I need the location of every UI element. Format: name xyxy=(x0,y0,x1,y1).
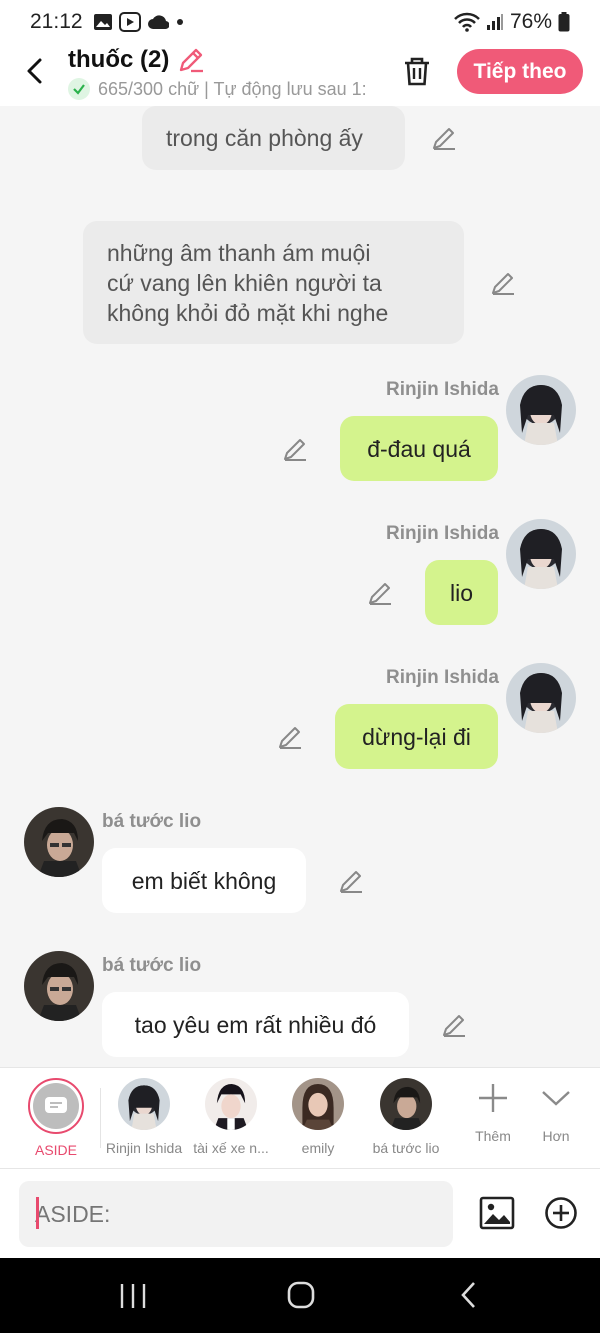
character-bubble[interactable]: em biết không xyxy=(102,848,306,913)
character-ba-tuoc-lio[interactable]: bá tước lio xyxy=(366,1078,446,1156)
message-text: đ-đau quá xyxy=(367,435,471,462)
text-caret xyxy=(36,1197,39,1229)
wifi-icon xyxy=(454,12,480,32)
recent-apps-icon[interactable] xyxy=(118,1282,148,1310)
speaker-name: Rinjin Ishida xyxy=(386,667,499,688)
status-bar: 21:12 76% xyxy=(0,0,600,44)
edit-pencil-icon[interactable] xyxy=(338,868,364,894)
status-right: 76% xyxy=(454,10,570,34)
back-arrow-icon[interactable] xyxy=(22,56,48,86)
character-bubble[interactable]: tao yêu em rất nhiều đó xyxy=(102,992,409,1057)
speaker-name: bá tước lio xyxy=(102,955,202,976)
status-notification-icons xyxy=(93,12,185,32)
message-line: cứ vang lên khiên người ta xyxy=(107,269,382,296)
character-avatar xyxy=(380,1078,432,1130)
status-time: 21:12 xyxy=(30,10,83,33)
avatar-rinjin[interactable] xyxy=(506,519,576,589)
trash-icon[interactable] xyxy=(400,54,434,88)
character-tai-xe[interactable]: tài xế xe n... xyxy=(190,1078,272,1156)
character-avatar xyxy=(292,1078,344,1130)
avatar-rinjin[interactable] xyxy=(506,663,576,733)
story-title: thuốc (2) xyxy=(68,46,170,73)
character-emily[interactable]: emily xyxy=(282,1078,354,1156)
more-label: Hơn xyxy=(542,1128,570,1144)
player-bubble[interactable]: dừng-lại đi xyxy=(335,704,498,769)
story-title-row[interactable]: thuốc (2) xyxy=(68,46,205,74)
system-nav-bar xyxy=(0,1258,600,1333)
message-input[interactable] xyxy=(19,1181,453,1247)
narration-bubble[interactable]: trong căn phòng ấy xyxy=(142,106,405,170)
gallery-icon xyxy=(93,14,112,30)
add-circle-icon[interactable] xyxy=(544,1196,578,1230)
add-character-button[interactable]: Thêm xyxy=(468,1082,518,1144)
edit-pencil-icon[interactable] xyxy=(282,436,308,462)
edit-pencil-icon[interactable] xyxy=(431,125,457,151)
character-rinjin-ishida[interactable]: Rinjin Ishida xyxy=(104,1078,184,1156)
selector-divider xyxy=(100,1088,101,1148)
speaker-name: Rinjin Ishida xyxy=(386,379,499,400)
message-text: tao yêu em rất nhiều đó xyxy=(134,1011,377,1038)
edit-pencil-icon[interactable] xyxy=(441,1012,467,1038)
video-app-icon xyxy=(118,12,141,32)
chevron-down-icon xyxy=(542,1091,570,1106)
chat-area[interactable]: trong căn phòng ấy những âm thanh ám muộ… xyxy=(0,106,600,1067)
edit-title-icon[interactable] xyxy=(177,46,205,74)
character-label: bá tước lio xyxy=(372,1140,440,1156)
message-line: những âm thanh ám muội xyxy=(107,239,371,266)
edit-pencil-icon[interactable] xyxy=(277,724,303,750)
character-selector: ASIDE Rinjin Ishida tài xế xe n... emily… xyxy=(0,1067,600,1169)
player-bubble[interactable]: lio xyxy=(425,560,498,625)
cloud-icon xyxy=(147,15,169,30)
saved-check-icon xyxy=(68,78,90,100)
aside-icon xyxy=(28,1078,84,1134)
edit-pencil-icon[interactable] xyxy=(367,580,393,606)
avatar-ba-tuoc-lio[interactable] xyxy=(24,807,94,877)
next-button[interactable]: Tiếp theo xyxy=(457,49,583,94)
add-character-label: Thêm xyxy=(475,1128,511,1144)
plus-icon xyxy=(479,1084,507,1112)
message-text: dừng-lại đi xyxy=(362,723,471,750)
narration-bubble[interactable]: những âm thanh ám muội cứ vang lên khiên… xyxy=(83,221,464,344)
character-aside[interactable]: ASIDE xyxy=(28,1078,84,1158)
editor-header: thuốc (2) 665/300 chữ | Tự động lưu sau … xyxy=(0,44,600,106)
avatar-ba-tuoc-lio[interactable] xyxy=(24,951,94,1021)
player-bubble[interactable]: đ-đau quá xyxy=(340,416,498,481)
word-count-row: 665/300 chữ | Tự động lưu sau 1: xyxy=(68,78,378,100)
message-text: lio xyxy=(449,579,473,606)
system-back-icon[interactable] xyxy=(458,1280,480,1310)
message-text: trong căn phòng ấy xyxy=(166,125,363,151)
character-label: emily xyxy=(301,1140,335,1156)
character-label: ASIDE xyxy=(34,1142,77,1158)
character-avatar xyxy=(205,1078,257,1130)
dot-icon xyxy=(176,19,183,25)
edit-pencil-icon[interactable] xyxy=(490,270,516,296)
home-icon[interactable] xyxy=(286,1280,316,1310)
character-label: tài xế xe n... xyxy=(193,1140,269,1156)
character-label: Rinjin Ishida xyxy=(105,1140,183,1156)
speaker-name: Rinjin Ishida xyxy=(386,523,499,544)
image-icon[interactable] xyxy=(479,1195,515,1231)
battery-percent: 76% xyxy=(509,10,552,33)
message-line: không khỏi đỏ mặt khi nghe xyxy=(107,299,389,326)
more-characters-button[interactable]: Hơn xyxy=(532,1082,580,1144)
avatar-rinjin[interactable] xyxy=(506,375,576,445)
message-text: em biết không xyxy=(131,867,277,894)
composer xyxy=(0,1169,600,1258)
word-count-text: 665/300 chữ | Tự động lưu sau 1: xyxy=(98,78,367,99)
signal-icon xyxy=(486,14,503,30)
character-avatar xyxy=(118,1078,170,1130)
battery-icon xyxy=(558,12,570,32)
speaker-name: bá tước lio xyxy=(102,811,202,832)
